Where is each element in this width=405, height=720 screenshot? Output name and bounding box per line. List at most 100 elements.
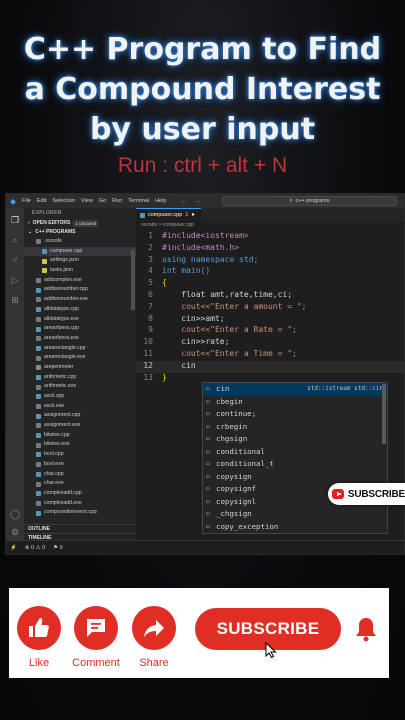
menu-edit[interactable]: Edit xyxy=(37,198,46,204)
file-tree-item[interactable]: bitwise.exe xyxy=(24,440,136,450)
suggestion-item[interactable]: ▭ _chgsign xyxy=(203,508,387,521)
outline-label: OUTLINE xyxy=(28,526,50,532)
suggestion-item[interactable]: ▭ continue; xyxy=(203,408,387,421)
activity-bar: ❐ ⌕ ⑂ ▷ ⊞ ◯ ⚙ xyxy=(6,208,24,542)
file-tree-item[interactable]: areperimeter xyxy=(24,363,136,373)
file-tree-item[interactable]: ascii.cpp xyxy=(24,392,136,402)
code-line[interactable]: 12 cin xyxy=(136,360,404,373)
file-tree-item[interactable]: arithmetic.exe xyxy=(24,382,136,392)
code-line[interactable]: 11 cout<<"Enter a Time = "; xyxy=(136,349,404,361)
suggestion-item[interactable]: ▭ cbegin xyxy=(203,396,387,409)
breadcrumb[interactable]: .vscode > compuser.cpp xyxy=(140,221,194,229)
menu-help[interactable]: Help xyxy=(155,198,166,204)
run-debug-icon[interactable]: ▷ xyxy=(9,274,21,286)
file-tree-item[interactable]: bool.cpp xyxy=(24,450,136,460)
code-line[interactable]: 3 using namespace std; xyxy=(136,255,404,267)
file-tree-item[interactable]: addcomplex.exe xyxy=(24,276,136,286)
file-tree-item[interactable]: assignment.cpp xyxy=(24,411,136,421)
file-tree-item[interactable]: tasks.json xyxy=(24,266,136,276)
menu-run[interactable]: Run xyxy=(112,198,122,204)
file-tree-item[interactable]: settings.json xyxy=(24,256,136,266)
code-line[interactable]: 2 #include<math.h> xyxy=(136,243,404,255)
code-line[interactable]: 7 cout<<"Enter a amount = "; xyxy=(136,302,404,314)
remote-icon[interactable]: ⚡ xyxy=(10,545,17,551)
suggestion-item[interactable]: ▭ chgsign xyxy=(203,433,387,446)
sidebar-scrollbar[interactable] xyxy=(131,250,135,310)
file-tree-item[interactable]: bitwise.cpp xyxy=(24,431,136,441)
youtube-play-icon xyxy=(332,489,344,499)
code-line[interactable]: 1 #include<iostream> xyxy=(136,231,404,243)
file-name: areaofpera.cpp xyxy=(44,325,79,332)
folder-section[interactable]: ⌄ C++ PROGRAMS xyxy=(24,228,136,237)
suggestion-item[interactable]: ▭ cin std::istream std::cin xyxy=(203,383,387,396)
code-line[interactable]: 10 cin>>rate; xyxy=(136,337,404,349)
suggestion-item[interactable]: ▭ conditional_t xyxy=(203,458,387,471)
menu-terminal[interactable]: Terminal xyxy=(128,198,149,204)
extensions-icon[interactable]: ⊞ xyxy=(9,294,21,306)
code-line[interactable]: 5{ xyxy=(136,278,404,290)
suggestion-item[interactable]: ▭ copy_exception xyxy=(203,521,387,534)
file-tree-item[interactable]: ascii.exe xyxy=(24,402,136,412)
tab-compuser[interactable]: compuser.cpp 1 ● xyxy=(136,208,201,221)
file-type-icon xyxy=(36,239,41,245)
file-tree-item[interactable]: .vscode xyxy=(24,237,136,247)
symbol-kind-icon: ▭ xyxy=(206,497,210,505)
share-button[interactable] xyxy=(132,606,176,650)
menu-selection[interactable]: Selection xyxy=(52,198,75,204)
command-center[interactable]: ⌕ c++ programs xyxy=(222,196,397,206)
line-number: 5 xyxy=(148,278,153,288)
unsaved-dot-icon[interactable]: ● xyxy=(191,212,194,218)
code-line[interactable]: 9 cout<<"Enter a Rate = "; xyxy=(136,325,404,337)
open-editors-section[interactable]: › OPEN EDITORS 1 unsaved xyxy=(24,219,136,228)
file-tree-item[interactable]: areaofpera.cpp xyxy=(24,324,136,334)
suggestion-item[interactable]: ▭ crbegin xyxy=(203,421,387,434)
comment-button[interactable] xyxy=(74,606,118,650)
file-type-icon xyxy=(36,404,41,410)
file-type-icon xyxy=(36,452,41,458)
account-icon[interactable]: ◯ xyxy=(9,508,21,520)
back-arrow-icon[interactable]: ← xyxy=(180,198,187,205)
ports-indicator[interactable]: ⚑ 0 xyxy=(53,545,63,551)
file-tree-item[interactable]: compoundintererst.cpp xyxy=(24,508,136,518)
file-tree-item[interactable]: bool.exe xyxy=(24,460,136,470)
file-name: bitwise.cpp xyxy=(44,431,70,438)
file-tree-item[interactable]: assignment.exe xyxy=(24,421,136,431)
forward-arrow-icon[interactable]: → xyxy=(193,198,200,205)
file-tree-item[interactable]: areaofpera.exe xyxy=(24,334,136,344)
file-type-icon xyxy=(36,442,41,448)
suggestion-item[interactable]: ▭ conditional xyxy=(203,446,387,459)
file-tree-item[interactable]: arearectangle.exe xyxy=(24,353,136,363)
suggest-scrollbar[interactable] xyxy=(382,384,386,444)
search-icon[interactable]: ⌕ xyxy=(9,234,21,246)
menu-go[interactable]: Go xyxy=(99,198,106,204)
source-control-icon[interactable]: ⑂ xyxy=(9,254,21,266)
file-tree-item[interactable]: addtwonumber.exe xyxy=(24,295,136,305)
like-button[interactable] xyxy=(17,606,61,650)
outline-section[interactable]: OUTLINE xyxy=(24,524,136,533)
file-name: char.cpp xyxy=(44,470,64,477)
file-tree-item[interactable]: alldatatype.cpp xyxy=(24,305,136,315)
file-tree-item[interactable]: char.exe xyxy=(24,479,136,489)
file-tree-item[interactable]: arearectangle.cpp xyxy=(24,344,136,354)
file-tree-item[interactable]: complexadd.exe xyxy=(24,499,136,509)
menu-file[interactable]: File xyxy=(22,198,31,204)
symbol-kind-icon: ▭ xyxy=(206,435,210,442)
menu-view[interactable]: View xyxy=(81,198,93,204)
code-line[interactable]: 6 float amt,rate,time,ci; xyxy=(136,290,404,302)
suggestion-item[interactable]: ▭ copysign xyxy=(203,471,387,484)
share-icon xyxy=(144,620,164,637)
file-tree-item[interactable]: addtwonumber.cpp xyxy=(24,285,136,295)
file-tree-item[interactable]: complexadd.cpp xyxy=(24,489,136,499)
explorer-icon[interactable]: ❐ xyxy=(9,214,21,226)
gear-icon[interactable]: ⚙ xyxy=(9,526,21,538)
overlay-subscribe-badge[interactable]: SUBSCRIBE xyxy=(328,483,405,505)
file-tree-item[interactable]: alldatatype.exe xyxy=(24,315,136,325)
code-line[interactable]: 4 int main() xyxy=(136,266,404,278)
file-tree-item[interactable]: arithmetic.cpp xyxy=(24,373,136,383)
bell-icon[interactable] xyxy=(355,616,377,642)
errors-indicator[interactable]: ⊗ 0 ⚠ 0 xyxy=(25,545,45,551)
file-tree-item[interactable]: compuser.cpp xyxy=(24,246,136,257)
tab-problem-count: 1 xyxy=(185,212,189,218)
code-line[interactable]: 8 cin>>amt; xyxy=(136,314,404,326)
file-tree-item[interactable]: char.cpp xyxy=(24,470,136,480)
